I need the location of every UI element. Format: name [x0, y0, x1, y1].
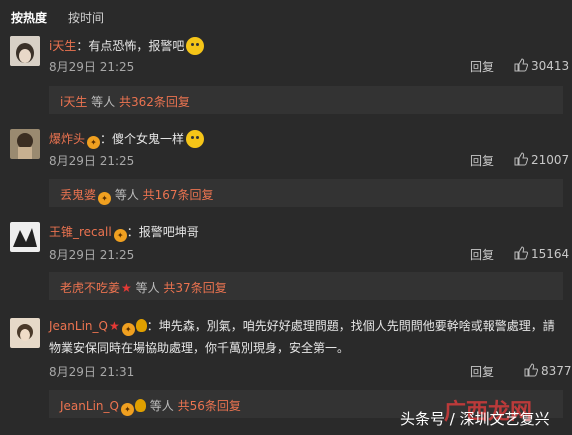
avatar[interactable]	[10, 318, 40, 348]
like-button[interactable]: 15164	[514, 246, 569, 261]
thumbs-up-icon	[514, 58, 528, 72]
sub-reply-mid: 等人	[145, 399, 178, 413]
username-link[interactable]: 爆炸头	[49, 132, 85, 146]
like-count: 15164	[531, 247, 570, 261]
emoji-icon	[186, 37, 205, 55]
sub-reply-mid: 等人	[87, 95, 119, 109]
sub-reply-username[interactable]: i天生	[60, 95, 87, 109]
like-count: 8377	[541, 364, 572, 378]
sub-replies-summary: 老虎不吃姜★ 等人 共37条回复	[60, 279, 227, 296]
vip-badge-icon: ✦	[120, 403, 134, 416]
username-link[interactable]: i天生	[49, 39, 76, 53]
like-button[interactable]: 21007	[514, 152, 569, 167]
vip-badge-icon: ✦	[113, 229, 127, 242]
medal-icon	[135, 319, 147, 332]
star-icon: ★	[108, 319, 120, 333]
sub-replies-box[interactable]: 丢鬼婆 ✦ 等人 共167条回复	[49, 179, 563, 207]
reply-button[interactable]: 回复	[470, 246, 494, 263]
sub-reply-username[interactable]: 丢鬼婆	[60, 188, 96, 202]
sub-reply-total-link[interactable]: 共37条回复	[163, 281, 226, 295]
sub-reply-total-link[interactable]: 共56条回复	[178, 399, 241, 413]
sub-replies-summary: 丢鬼婆 ✦ 等人 共167条回复	[60, 186, 214, 205]
thumbs-up-icon	[514, 152, 528, 166]
sub-reply-mid: 等人	[131, 281, 164, 295]
username-link[interactable]: JeanLin_Q	[49, 319, 108, 333]
comment-text: ：报警吧坤哥	[126, 225, 199, 239]
comment-text: ：有点恐怖，报警吧	[76, 39, 185, 53]
vip-badge-icon: ✦	[98, 192, 112, 205]
sub-reply-mid: 等人	[111, 188, 143, 202]
reply-button[interactable]: 回复	[470, 58, 494, 75]
sub-replies-box[interactable]: i天生 等人 共362条回复	[49, 86, 563, 114]
reply-button[interactable]: 回复	[470, 152, 494, 169]
reply-button[interactable]: 回复	[470, 363, 494, 380]
vip-badge-icon: ✦	[121, 323, 135, 336]
sub-replies-summary: JeanLin_Q ✦ 等人 共56条回复	[60, 397, 241, 416]
comment-date: 8月29日 21:31	[49, 365, 135, 379]
sub-reply-total-link[interactable]: 共362条回复	[119, 95, 190, 109]
sub-replies-box[interactable]: 老虎不吃姜★ 等人 共37条回复	[49, 272, 563, 300]
like-button[interactable]: 8377	[524, 363, 572, 378]
username-link[interactable]: 王锥_recall	[49, 225, 112, 239]
watermark-text: 头条号 / 深圳文艺复兴	[400, 410, 550, 428]
sub-reply-username[interactable]: JeanLin_Q	[60, 399, 119, 413]
sub-reply-username[interactable]: 老虎不吃姜	[60, 281, 120, 295]
like-count: 30413	[531, 59, 570, 73]
thumbs-up-icon	[524, 363, 538, 377]
vip-badge-icon: ✦	[87, 136, 101, 149]
comment-date: 8月29日 21:25	[49, 154, 135, 168]
comment-line: 王锥_recall ✦ ：报警吧坤哥	[49, 223, 199, 242]
comment-text: ：坤先森，別氣，咱先好好處理問題，找個人先問問他要幹啥或報警處理，請	[146, 319, 555, 333]
medal-icon	[134, 399, 146, 412]
sort-bar: 按热度 按时间	[0, 0, 572, 30]
comment-date: 8月29日 21:25	[49, 60, 135, 74]
emoji-icon	[186, 130, 205, 148]
comment-text: ：傻个女鬼一样	[100, 132, 185, 146]
avatar[interactable]	[10, 36, 40, 66]
sort-by-hot-tab[interactable]: 按热度	[11, 9, 47, 26]
comment-date: 8月29日 21:25	[49, 248, 135, 262]
comment-text-continued: 物業安保同時在場協助處理，你千萬別現身，安全第一。	[49, 341, 350, 355]
comment-line: JeanLin_Q★ ✦ ：坤先森，別氣，咱先好好處理問題，找個人先問問他要幹啥或報…	[49, 315, 569, 359]
avatar[interactable]	[10, 129, 40, 159]
avatar[interactable]	[10, 222, 40, 252]
like-count: 21007	[531, 153, 570, 167]
sort-by-time-tab[interactable]: 按时间	[68, 9, 104, 26]
like-button[interactable]: 30413	[514, 58, 569, 73]
star-icon: ★	[121, 281, 132, 295]
comment-line: 爆炸头 ✦ ：傻个女鬼一样	[49, 130, 205, 149]
thumbs-up-icon	[514, 246, 528, 260]
sub-reply-total-link[interactable]: 共167条回复	[143, 188, 214, 202]
comment-line: i天生：有点恐怖，报警吧	[49, 37, 205, 55]
sub-replies-summary: i天生 等人 共362条回复	[60, 93, 190, 110]
